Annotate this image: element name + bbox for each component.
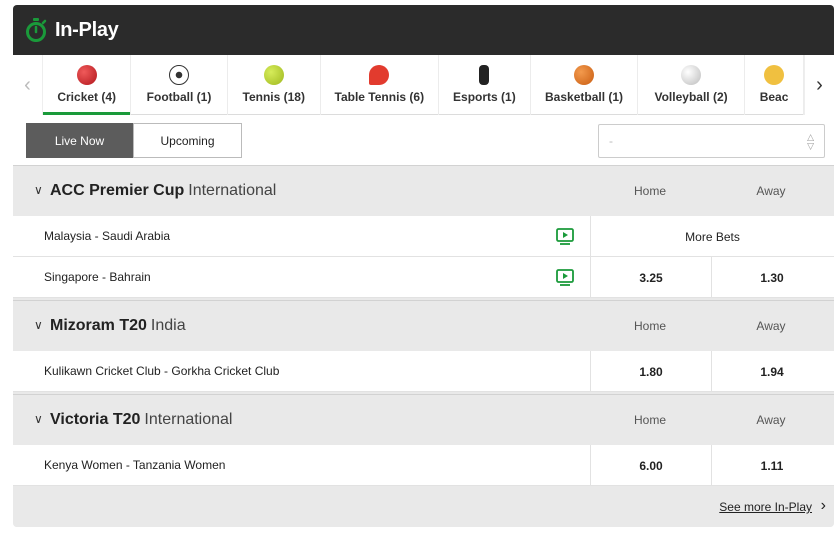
sport-tab-basketball[interactable]: Basketball (1) xyxy=(531,55,639,115)
league-name: Victoria T20 International xyxy=(50,411,232,429)
league-region: International xyxy=(188,182,277,199)
home-odds-button[interactable]: 6.00 xyxy=(590,445,711,486)
football-icon xyxy=(168,65,189,85)
league-header[interactable]: ∨ ACC Premier Cup International Home Away xyxy=(13,165,834,216)
match-row[interactable]: Kulikawn Cricket Club - Gorkha Cricket C… xyxy=(13,351,834,392)
sport-tab-volleyball[interactable]: Volleyball (2) xyxy=(638,55,746,115)
sport-tab-tennis-ball[interactable]: Tennis (18) xyxy=(228,55,321,115)
league-header[interactable]: ∨ Mizoram T20 India Home Away xyxy=(13,300,834,351)
league-title: ACC Premier Cup xyxy=(50,182,185,199)
esports-icon xyxy=(479,65,490,85)
upcoming-button[interactable]: Upcoming xyxy=(133,123,242,158)
chevron-down-icon[interactable]: ∨ xyxy=(34,183,43,197)
scroll-right-arrow-icon[interactable]: › xyxy=(804,55,834,115)
live-stream-icon[interactable] xyxy=(556,228,574,245)
home-column-header: Home xyxy=(633,319,666,333)
away-odds-button[interactable]: 1.94 xyxy=(711,351,832,392)
basketball-icon xyxy=(574,65,595,85)
league-name: Mizoram T20 India xyxy=(50,317,186,335)
league-name: ACC Premier Cup International xyxy=(50,182,276,200)
sport-tab-beach-volleyball[interactable]: Beac xyxy=(745,55,804,115)
cricket-ball-icon xyxy=(76,65,97,85)
away-odds-button[interactable]: 1.30 xyxy=(711,257,832,298)
away-column-header: Away xyxy=(756,319,786,333)
match-teams[interactable]: Kulikawn Cricket Club - Gorkha Cricket C… xyxy=(44,364,279,378)
footer: See more In-Play › xyxy=(13,487,834,527)
sport-tab-cricket-ball[interactable]: Cricket (4) xyxy=(43,55,132,115)
table-tennis-icon xyxy=(369,65,390,85)
match-teams[interactable]: Singapore - Bahrain xyxy=(44,270,151,284)
chevron-down-icon[interactable]: ∨ xyxy=(34,318,43,332)
in-play-panel: In-Play ‹ Cricket (4) Football (1) Tennis … xyxy=(13,5,834,527)
match-row[interactable]: Malaysia - Saudi Arabia More Bets xyxy=(13,216,834,257)
select-value: - xyxy=(609,134,613,148)
chevron-right-icon[interactable]: › xyxy=(821,497,826,515)
league-region: India xyxy=(150,317,186,334)
stopwatch-icon xyxy=(25,18,47,42)
chevron-down-icon[interactable]: ∨ xyxy=(34,412,43,426)
beach-volleyball-icon xyxy=(764,65,785,85)
sport-tab-label: Beac xyxy=(759,90,789,104)
sport-tab-label: Basketball (1) xyxy=(545,90,624,104)
sport-tab-label: Table Tennis (6) xyxy=(334,90,425,104)
home-column-header: Home xyxy=(633,184,666,198)
match-teams[interactable]: Malaysia - Saudi Arabia xyxy=(44,229,170,243)
match-teams[interactable]: Kenya Women - Tanzania Women xyxy=(44,458,225,472)
sport-tab-label: Football (1) xyxy=(146,90,212,104)
sports-tabs: Cricket (4) Football (1) Tennis (18) Table … xyxy=(43,55,804,115)
sport-tab-label: Esports (1) xyxy=(453,90,516,104)
league-region: International xyxy=(144,411,233,428)
sport-tab-label: Tennis (18) xyxy=(242,90,305,104)
in-play-header: In-Play xyxy=(13,5,834,55)
sport-tab-label: Cricket (4) xyxy=(57,90,117,104)
page-title: In-Play xyxy=(55,18,119,41)
match-row[interactable]: Kenya Women - Tanzania Women 6.00 1.11 xyxy=(13,445,834,486)
live-now-button[interactable]: Live Now xyxy=(26,123,133,158)
home-column-header: Home xyxy=(633,413,666,427)
away-column-header: Away xyxy=(756,413,786,427)
league-header[interactable]: ∨ Victoria T20 International Home Away xyxy=(13,394,834,445)
select-arrows-icon: △ ▽ xyxy=(807,132,814,151)
filter-controls: Live Now Upcoming - △ ▽ xyxy=(13,115,834,165)
volleyball-icon xyxy=(681,65,702,85)
market-select[interactable]: - △ ▽ xyxy=(598,124,825,158)
away-column-header: Away xyxy=(756,184,786,198)
home-odds-button[interactable]: 1.80 xyxy=(590,351,711,392)
league-title: Victoria T20 xyxy=(50,411,141,428)
away-odds-button[interactable]: 1.11 xyxy=(711,445,832,486)
sport-tab-table-tennis[interactable]: Table Tennis (6) xyxy=(321,55,439,115)
tennis-ball-icon xyxy=(263,65,284,85)
match-row[interactable]: Singapore - Bahrain 3.25 1.30 xyxy=(13,257,834,298)
more-bets-button[interactable]: More Bets xyxy=(590,216,834,257)
league-title: Mizoram T20 xyxy=(50,317,147,334)
sport-tab-esports[interactable]: Esports (1) xyxy=(439,55,532,115)
live-stream-icon[interactable] xyxy=(556,269,574,286)
see-more-link[interactable]: See more In-Play xyxy=(719,500,812,514)
home-odds-button[interactable]: 3.25 xyxy=(590,257,711,298)
sport-tab-football[interactable]: Football (1) xyxy=(131,55,228,115)
scroll-left-arrow-icon[interactable]: ‹ xyxy=(13,55,43,115)
sport-tab-label: Volleyball (2) xyxy=(654,90,728,104)
sports-tab-bar: ‹ Cricket (4) Football (1) Tennis (18) Tabl… xyxy=(13,55,834,115)
